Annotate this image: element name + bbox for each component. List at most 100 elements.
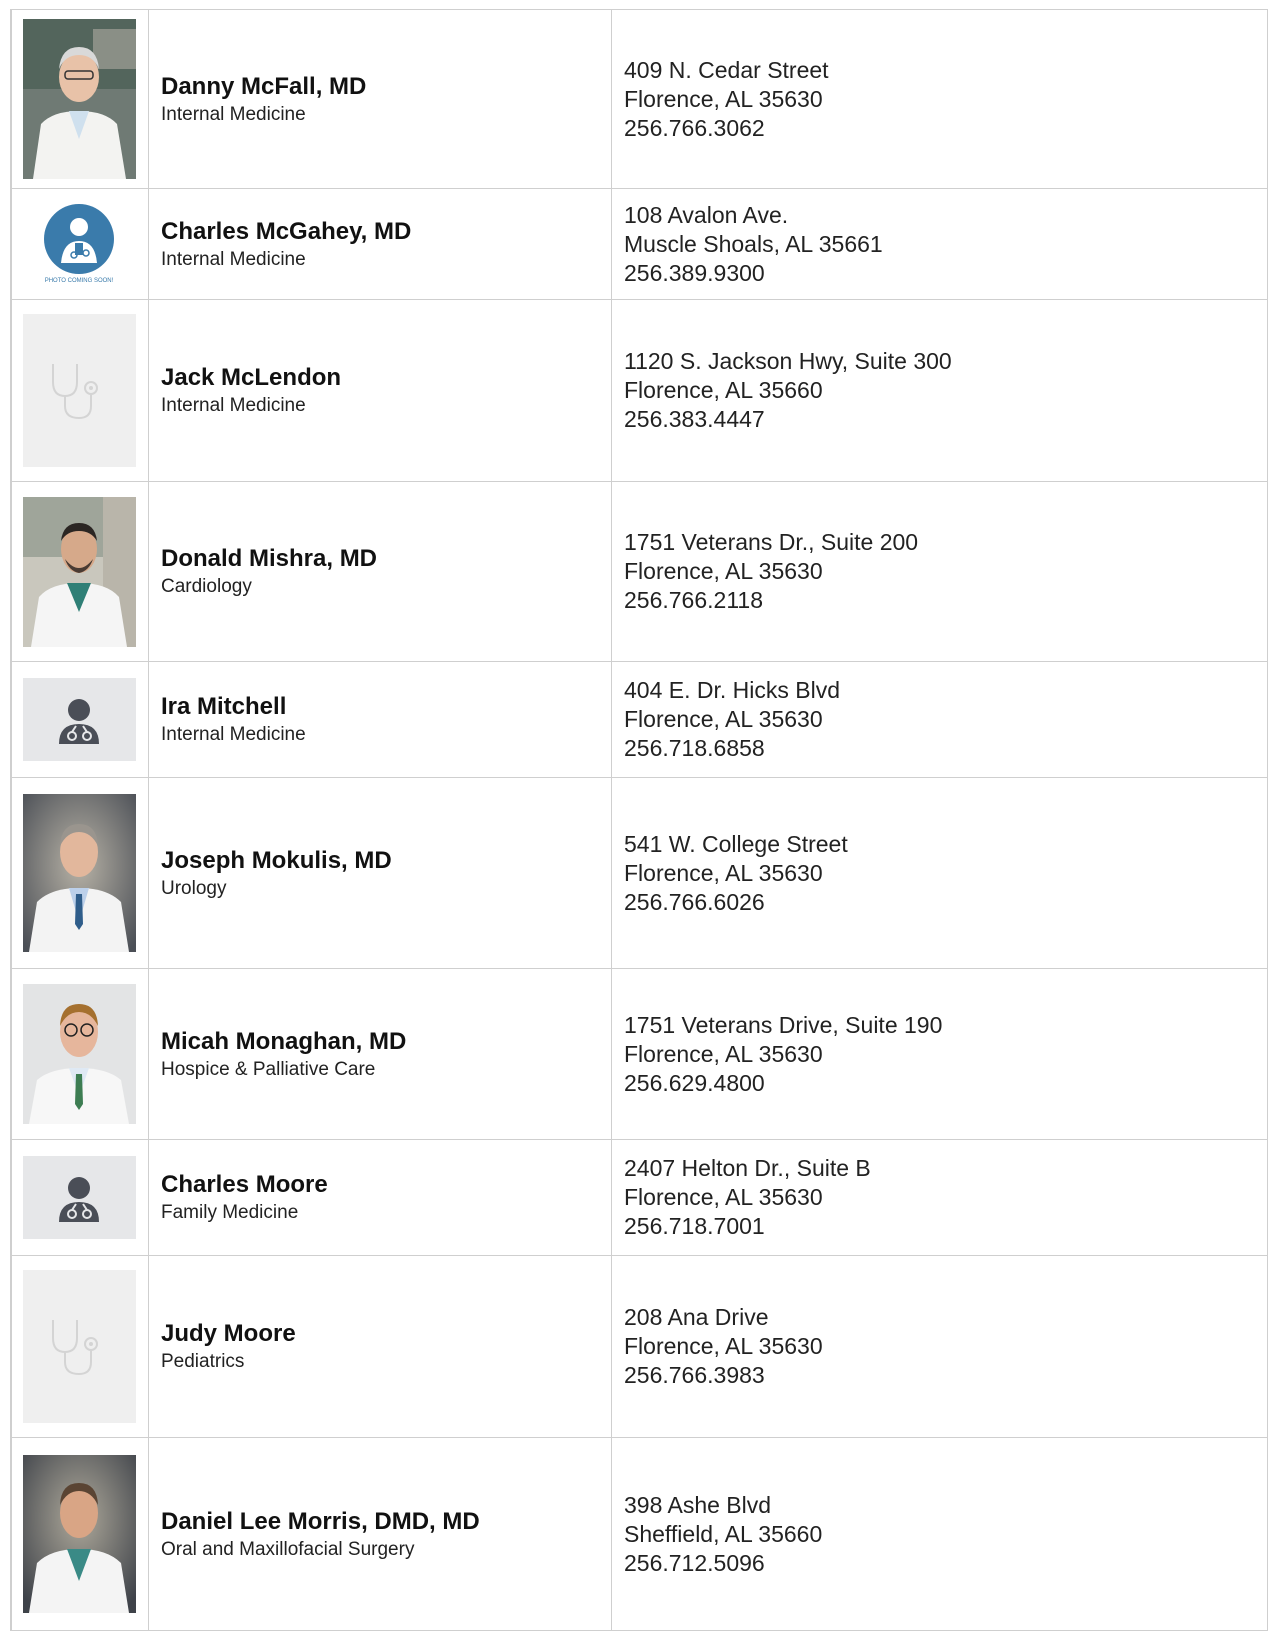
photo-cell: [10, 299, 149, 482]
address-line-2: Florence, AL 35630: [624, 706, 823, 732]
provider-address-cell: 1751 Veterans Dr., Suite 200 Florence, A…: [611, 481, 1268, 662]
provider-address-cell: 409 N. Cedar Street Florence, AL 35630 2…: [611, 9, 1268, 189]
photo-cell: [10, 968, 149, 1140]
provider-specialty: Hospice & Palliative Care: [161, 1058, 376, 1080]
phone-number[interactable]: 256.766.3062: [624, 114, 1267, 143]
address-line-2: Muscle Shoals, AL 35661: [624, 230, 883, 257]
provider-address-cell: 1120 S. Jackson Hwy, Suite 300 Florence,…: [611, 299, 1268, 482]
provider-address-cell: 2407 Helton Dr., Suite B Florence, AL 35…: [611, 1139, 1268, 1256]
provider-name-cell: Daniel Lee Morris, DMD, MD Oral and Maxi…: [148, 1437, 612, 1631]
provider-name[interactable]: Charles Moore: [161, 1170, 611, 1200]
provider-specialty: Family Medicine: [161, 1202, 299, 1223]
provider-directory-table: Danny McFall, MD Internal Medicine 409 N…: [10, 9, 1268, 1631]
address-line-2: Florence, AL 35630: [624, 1333, 823, 1359]
provider-name[interactable]: Danny McFall, MD: [161, 72, 611, 102]
table-row: Ira Mitchell Internal Medicine 404 E. Dr…: [10, 661, 1268, 778]
photo-cell: [10, 777, 149, 969]
provider-specialty: Cardiology: [161, 576, 252, 597]
phone-number[interactable]: 256.629.4800: [624, 1069, 1267, 1098]
phone-number[interactable]: 256.766.2118: [624, 586, 1267, 615]
stethoscope-icon: [23, 1270, 136, 1423]
table-row: Jack McLendon Internal Medicine 1120 S. …: [10, 299, 1268, 482]
phone-number[interactable]: 256.766.6026: [624, 888, 1267, 917]
provider-name-cell: Joseph Mokulis, MD Urology: [148, 777, 612, 969]
provider-address-cell: 208 Ana Drive Florence, AL 35630 256.766…: [611, 1255, 1268, 1438]
photo-cell: [10, 661, 149, 778]
phone-number[interactable]: 256.718.6858: [624, 734, 1267, 763]
coming-soon-text: PHOTO COMING SOON!: [45, 278, 114, 284]
provider-address-cell: 404 E. Dr. Hicks Blvd Florence, AL 35630…: [611, 661, 1268, 778]
provider-name[interactable]: Judy Moore: [161, 1319, 611, 1349]
photo-cell: [10, 1437, 149, 1631]
provider-name-cell: Jack McLendon Internal Medicine: [148, 299, 612, 482]
address-line-1: 1120 S. Jackson Hwy, Suite 300: [624, 348, 952, 374]
address-line-1: 404 E. Dr. Hicks Blvd: [624, 677, 841, 703]
provider-name[interactable]: Micah Monaghan, MD: [161, 1027, 611, 1057]
provider-name-cell: Donald Mishra, MD Cardiology: [148, 481, 612, 662]
provider-address-cell: 108 Avalon Ave. Muscle Shoals, AL 35661 …: [611, 188, 1268, 300]
provider-name-cell: Charles McGahey, MD Internal Medicine: [148, 188, 612, 300]
photo-coming-soon-icon: PHOTO COMING SOON!: [23, 202, 136, 286]
table-row: Judy Moore Pediatrics 208 Ana Drive Flor…: [10, 1255, 1268, 1438]
photo-cell: [10, 9, 149, 189]
address-line-2: Florence, AL 35630: [624, 85, 823, 112]
address-line-2: Florence, AL 35630: [624, 1184, 823, 1210]
provider-name[interactable]: Daniel Lee Morris, DMD, MD: [161, 1507, 611, 1537]
provider-photo: [23, 19, 136, 179]
provider-address-cell: 398 Ashe Blvd Sheffield, AL 35660 256.71…: [611, 1437, 1268, 1631]
table-row: Micah Monaghan, MD Hospice & Palliative …: [10, 968, 1268, 1140]
provider-specialty: Internal Medicine: [161, 724, 306, 745]
provider-specialty: Pediatrics: [161, 1351, 245, 1372]
address-line-2: Florence, AL 35630: [624, 558, 823, 584]
provider-address-cell: 541 W. College Street Florence, AL 35630…: [611, 777, 1268, 969]
address-line-1: 108 Avalon Ave.: [624, 201, 789, 228]
photo-cell: PHOTO COMING SOON!: [10, 188, 149, 300]
provider-photo: [23, 1455, 136, 1613]
table-row: Charles Moore Family Medicine 2407 Helto…: [10, 1139, 1268, 1256]
address-line-2: Florence, AL 35630: [624, 1040, 823, 1067]
provider-name[interactable]: Donald Mishra, MD: [161, 544, 611, 574]
photo-cell: [10, 481, 149, 662]
phone-number[interactable]: 256.383.4447: [624, 405, 1267, 434]
provider-specialty: Internal Medicine: [161, 395, 306, 416]
address-line-1: 1751 Veterans Dr., Suite 200: [624, 529, 919, 555]
provider-photo: [23, 794, 136, 952]
phone-number[interactable]: 256.718.7001: [624, 1212, 1267, 1241]
address-line-2: Florence, AL 35630: [624, 859, 823, 886]
doctor-avatar-icon: [23, 1156, 136, 1239]
provider-specialty: Oral and Maxillofacial Surgery: [161, 1538, 415, 1560]
stethoscope-icon: [23, 314, 136, 467]
address-line-1: 1751 Veterans Drive, Suite 190: [624, 1011, 943, 1038]
phone-number[interactable]: 256.712.5096: [624, 1549, 1267, 1578]
address-line-1: 398 Ashe Blvd: [624, 1491, 772, 1518]
provider-name-cell: Charles Moore Family Medicine: [148, 1139, 612, 1256]
address-line-2: Florence, AL 35660: [624, 377, 823, 403]
table-row: Daniel Lee Morris, DMD, MD Oral and Maxi…: [10, 1437, 1268, 1631]
phone-number[interactable]: 256.766.3983: [624, 1361, 1267, 1390]
phone-number[interactable]: 256.389.9300: [624, 259, 1267, 288]
photo-cell: [10, 1255, 149, 1438]
table-row: PHOTO COMING SOON! Charles McGahey, MD I…: [10, 188, 1268, 300]
address-line-1: 541 W. College Street: [624, 830, 848, 857]
provider-photo: [23, 496, 136, 647]
table-row: Joseph Mokulis, MD Urology 541 W. Colleg…: [10, 777, 1268, 969]
provider-photo: [23, 984, 136, 1124]
address-line-1: 2407 Helton Dr., Suite B: [624, 1155, 871, 1181]
provider-name[interactable]: Jack McLendon: [161, 363, 611, 393]
table-row: Donald Mishra, MD Cardiology 1751 Vetera…: [10, 481, 1268, 662]
provider-name-cell: Ira Mitchell Internal Medicine: [148, 661, 612, 778]
provider-specialty: Internal Medicine: [161, 248, 306, 270]
provider-name-cell: Danny McFall, MD Internal Medicine: [148, 9, 612, 189]
provider-name-cell: Judy Moore Pediatrics: [148, 1255, 612, 1438]
provider-name[interactable]: Ira Mitchell: [161, 692, 611, 722]
provider-specialty: Internal Medicine: [161, 103, 306, 125]
provider-name[interactable]: Charles McGahey, MD: [161, 217, 611, 247]
provider-name-cell: Micah Monaghan, MD Hospice & Palliative …: [148, 968, 612, 1140]
doctor-avatar-icon: [23, 678, 136, 761]
photo-cell: [10, 1139, 149, 1256]
address-line-1: 208 Ana Drive: [624, 1304, 769, 1330]
provider-address-cell: 1751 Veterans Drive, Suite 190 Florence,…: [611, 968, 1268, 1140]
provider-name[interactable]: Joseph Mokulis, MD: [161, 846, 611, 876]
table-row: Danny McFall, MD Internal Medicine 409 N…: [10, 9, 1268, 189]
address-line-1: 409 N. Cedar Street: [624, 56, 829, 83]
